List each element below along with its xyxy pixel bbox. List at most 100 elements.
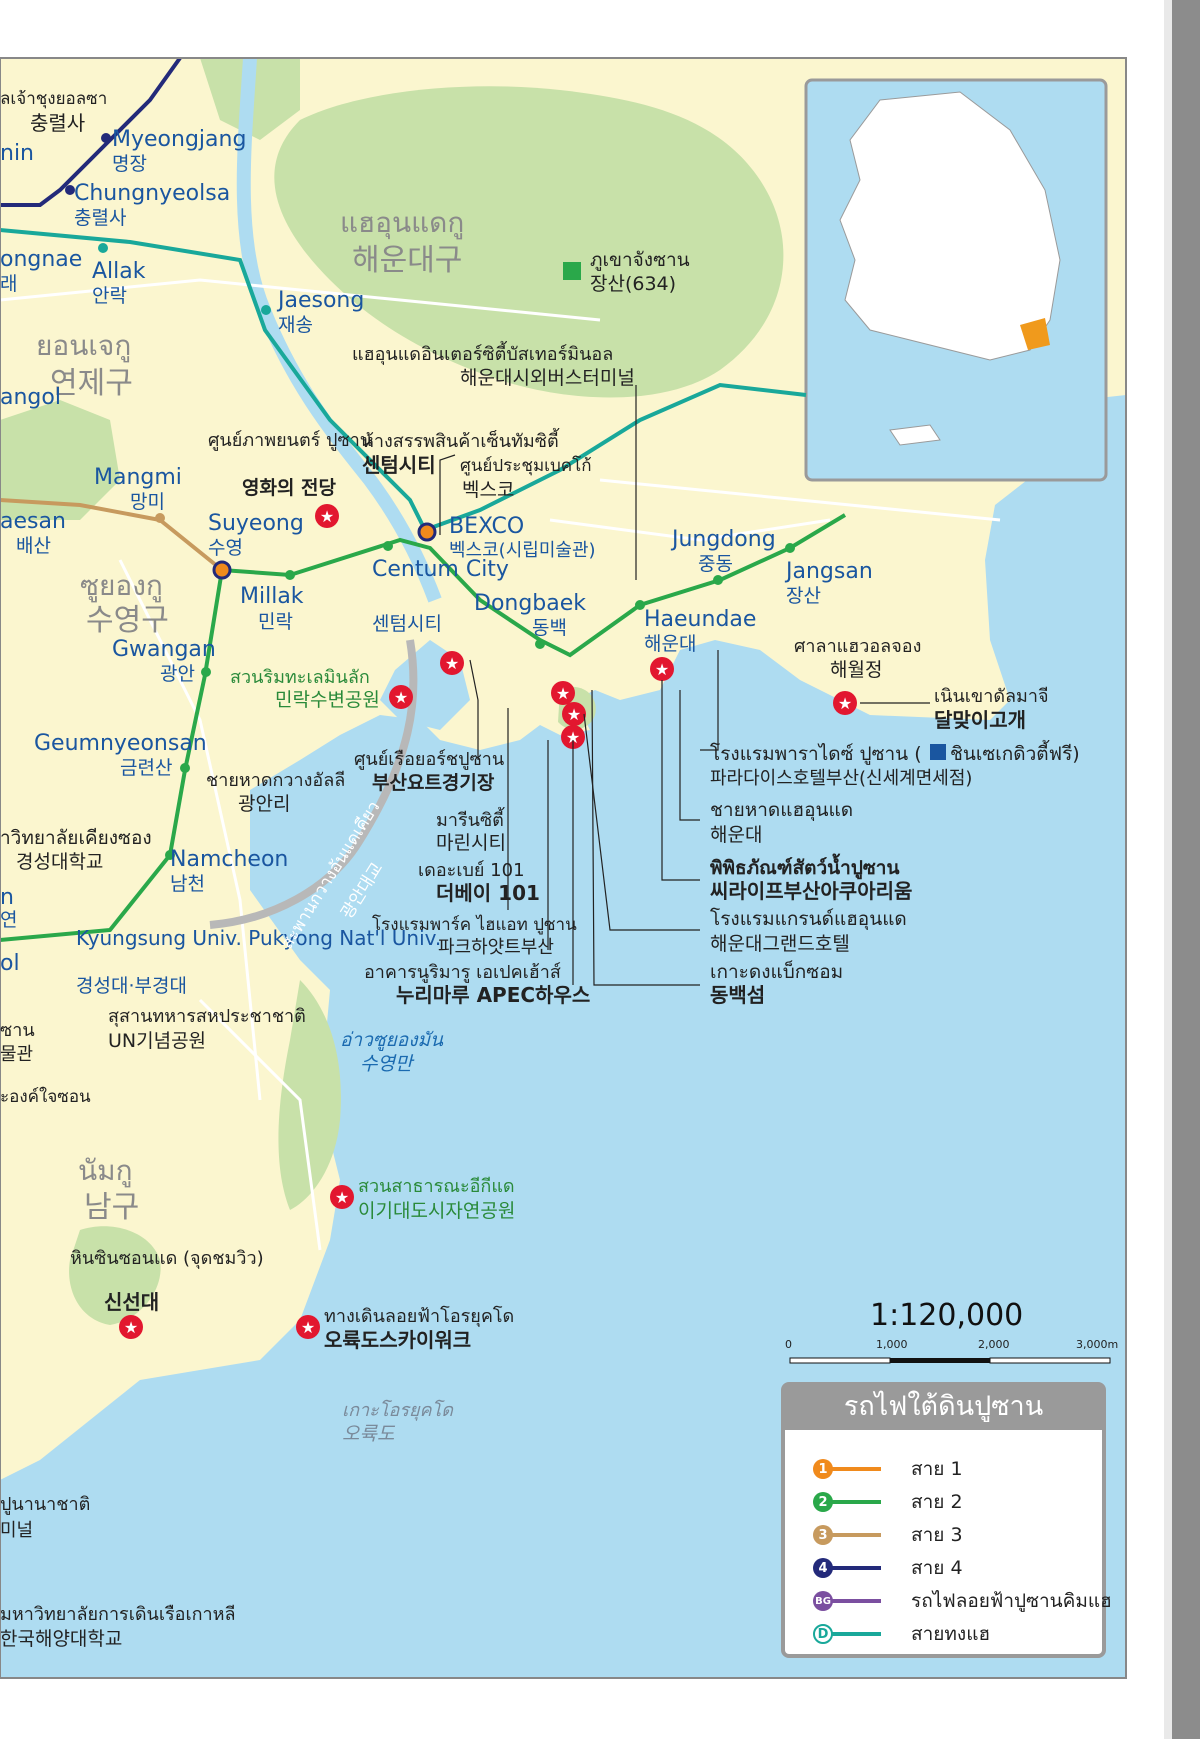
map-label: ★ [124,1318,138,1337]
map-label: ★ [394,688,408,707]
line3-badge: 3 [813,1525,833,1545]
map-label: 래 [0,273,17,295]
map-label: 해운대시외버스터미널 [460,367,635,389]
map-label: 센텀시티 [362,453,436,477]
scale-tick: 2,000 [978,1338,1010,1351]
line3-swatch [831,1533,881,1537]
map-label: 광안리 [238,793,290,815]
map-label: Suyeong [208,511,304,536]
map-label: ★ [655,660,669,679]
map-label: aesan [0,509,66,534]
legend-label: สาย 1 [911,1458,963,1480]
map-label: Namcheon [170,847,288,872]
line4-badge: 4 [813,1558,833,1578]
map-label: Geumnyeonsan [34,731,207,756]
map-label: ชายหาดกวางอัลลี [206,770,345,791]
map-label: แฮอุนแดอินเตอร์ซิตี้บัสเทอร์มินอล [352,341,613,365]
map-label: ★ [445,654,459,673]
map-label: 금련산 [120,757,172,779]
district-thai: ยอนเจกู [36,329,131,363]
map-label: 한국해양대학교 [0,1628,122,1650]
map-label: 동백섬 [710,983,765,1007]
map-label: ★ [301,1318,315,1337]
map-label: โรงแรมพาร์ค ไฮแอท ปูซาน [372,914,577,935]
map-label: โรงแรมพาราไดซ์ ปูซาน ( [710,742,922,765]
map-label: 해운대그랜드호텔 [710,933,850,955]
legend-item-line1: 1 สาย 1 [813,1454,963,1484]
map-label: 장산(634) [590,273,676,295]
map-label: 영화의 전당 [242,477,337,499]
map-label: Jangsan [784,559,873,584]
map-label: n [0,885,14,910]
map-label: ลเจ้าชุงยอลซา [0,89,107,109]
district-thai: นัมกู [78,1154,133,1188]
map-label: 더베이 101 [436,881,540,905]
bgl-badge: BG [813,1591,833,1611]
map-label: 안락 [92,285,127,307]
map-label: มหาวิทยาลัยการเดินเรือเกาหลี [0,1604,236,1625]
map-label: เกาะดงแบ็กซอม [710,959,843,983]
donghae-badge: D [813,1624,833,1644]
map-label: ★ [320,507,334,526]
map-label: 충렬사 [30,111,85,135]
map-label: าวิทยาลัยเคียงซอง [0,827,152,849]
map-label: ศูนย์เรือยอร์ชปูซาน [354,749,504,770]
map-label: 오륙도 [342,1423,396,1445]
map-label: 파크하얏트부산 [438,937,554,958]
map-label: 센텀시티 [372,613,442,635]
district-ko: 남구 [84,1190,139,1225]
map-label: โรงแรมแกรนด์แฮอุนแด [710,907,907,931]
scroll-track [1164,0,1172,1739]
map-label: 경성대·부경대 [76,975,187,997]
map-label: Mangmi [94,465,182,490]
map-label: 마린시티 [436,832,506,854]
district-ko: 수영구 [86,603,169,638]
scrollbar[interactable] [1172,0,1200,1739]
map-label: ศาลาแฮวอลจอง [794,636,921,657]
map-label: 수영 [208,537,243,559]
map-label: 광안 [160,663,195,685]
legend-item-bgl: BG รถไฟลอยฟ้าปูซานคิมแฮ [813,1586,1112,1616]
bgl-swatch [831,1599,881,1603]
map-label: 충렬사 [74,207,126,229]
map-label: 연 [0,909,17,931]
map-label: 벡스코 [462,479,514,501]
legend-label: สาย 3 [911,1524,963,1546]
legend-item-line4: 4 สาย 4 [813,1553,963,1583]
district-thai: ซูยองกู [80,569,163,603]
map-label: 누리마루 APEC하우스 [396,983,590,1007]
map-label: 벡스코(시립미술관) [449,540,596,561]
map-label: 부산요트경기장 [372,772,495,794]
map-label: อาคารนูริมารู เอเปคเฮ้าส์ [364,962,561,983]
district-thai: แฮอุนแดกู [340,206,464,240]
map-label: 경성대학교 [16,851,103,873]
map-label: พิพิธภัณฑ์สัตว์น้ำปูซาน [710,853,899,880]
map-label: ★ [556,684,570,703]
scale-tick: 3,000m [1076,1338,1119,1351]
map-label: 해운대 [710,824,762,846]
map-label: Jaesong [276,288,364,313]
legend-label: สายทงแฮ [911,1623,991,1645]
map-label: 장산 [786,585,821,607]
map-label: ทางเดินลอยฟ้าโอรยุคโด [324,1305,514,1327]
map-label: 중동 [698,553,733,575]
district-ko: 해운대구 [352,243,462,278]
map-label: ★ [838,694,852,713]
district-ko: 연제구 [50,366,133,401]
map-label: 달맞이고개 [934,708,1026,732]
map-label: Haeundae [644,607,756,632]
map-label: ศูนย์ประชุมเบคโก้ [460,455,592,476]
map-label: ปูนานาชาติ [0,1494,90,1515]
legend-label: สาย 4 [911,1557,963,1579]
map-label: 배산 [16,535,51,557]
map-label: 민락 [258,611,293,633]
subway-legend: รถไฟใต้ดินปูซาน 1 สาย 1 2 สาย 2 3 สาย 3 … [781,1382,1112,1658]
map-label: ะองค์ใจซอน [0,1086,91,1107]
legend-label: รถไฟลอยฟ้าปูซานคิมแฮ [911,1590,1112,1612]
map-label: ★ [335,1188,349,1207]
legend-item-line2: 2 สาย 2 [813,1487,963,1517]
map-label: อ่าวซูยองมัน [340,1029,444,1051]
scale-tick: 0 [785,1338,792,1351]
line4-swatch [831,1566,881,1570]
map-label: หินซินซอนแด (จุดชมวิว) [70,1248,264,1269]
